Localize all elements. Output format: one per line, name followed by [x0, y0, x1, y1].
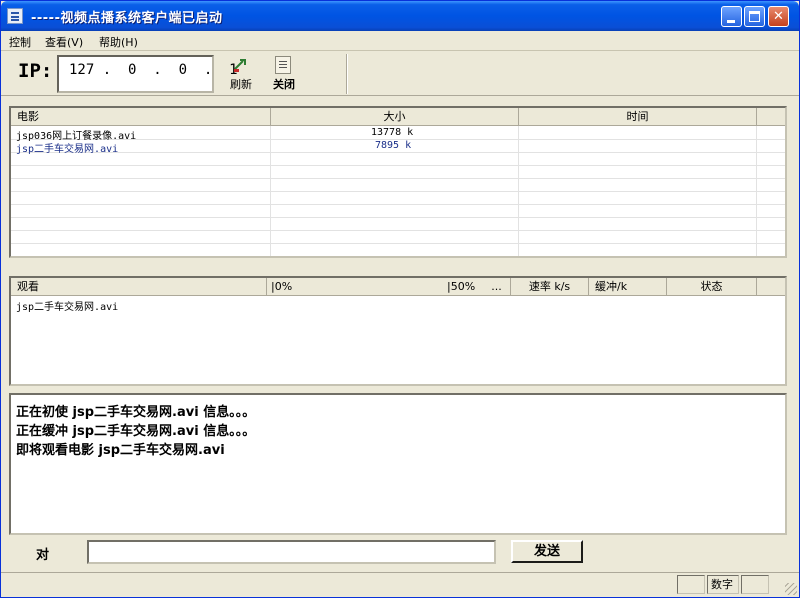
status-bar: 数字 [1, 572, 799, 597]
column-progress-mid[interactable]: |50% [443, 278, 483, 296]
grid-line [11, 178, 785, 179]
ip-address-value: 127 . 0 . 0 . 1 [69, 62, 238, 78]
close-label: 关闭 [273, 78, 295, 91]
message-log[interactable]: 正在初使 jsp二手车交易网.avi 信息。。。 正在缓冲 jsp二手车交易网.… [9, 393, 787, 535]
watching-list[interactable]: 观看 |0% |50% ... 速率 k/s 缓冲/k 状态 jsp二手车交易网… [9, 276, 787, 386]
column-progress-more[interactable]: ... [483, 278, 511, 296]
watching-name: jsp二手车交易网.avi [16, 302, 119, 313]
ip-label: IP: [18, 60, 53, 82]
column-rate[interactable]: 速率 k/s [511, 278, 589, 296]
close-icon: ✕ [773, 9, 784, 24]
menu-view[interactable]: 查看(V) [45, 34, 83, 50]
grid-line [11, 204, 785, 205]
title-bar[interactable]: -----视频点播系统客户端已启动 ✕ [1, 1, 799, 31]
grid-line [11, 243, 785, 244]
grid-line [11, 230, 785, 231]
movie-size: 13778 k [371, 127, 414, 138]
movie-list[interactable]: 电影 大小 时间 jsp036网上订餐录像.avi 13778 k jsp二手车… [9, 106, 787, 258]
refresh-label: 刷新 [230, 78, 252, 91]
toolbar-separator [346, 54, 348, 94]
minimize-button[interactable] [721, 6, 742, 27]
grid-line [756, 126, 757, 256]
grid-line [11, 191, 785, 192]
column-buffer[interactable]: 缓冲/k [589, 278, 667, 296]
grid-line [11, 152, 785, 153]
message-line: 正在缓冲 jsp二手车交易网.avi 信息。。。 [16, 424, 256, 439]
window-title: -----视频点播系统客户端已启动 [31, 11, 223, 26]
movie-list-header: 电影 大小 时间 [11, 108, 785, 126]
movie-size: 7895 k [375, 140, 412, 151]
grid-line [11, 217, 785, 218]
minimize-icon [727, 20, 735, 23]
grid-line [270, 126, 271, 256]
maximize-button[interactable] [744, 6, 765, 27]
send-button[interactable]: 发送 [511, 540, 583, 563]
grid-line [11, 165, 785, 166]
refresh-icon [234, 59, 246, 72]
movie-name: jsp二手车交易网.avi [16, 144, 119, 155]
menu-help[interactable]: 帮助(H) [99, 34, 138, 50]
main-window: -----视频点播系统客户端已启动 ✕ 控制 查看(V) 帮助(H) IP: 1… [0, 0, 800, 598]
resize-grip-icon[interactable] [785, 583, 797, 595]
toolbar: IP: 127 . 0 . 0 . 1 刷新 关闭 [1, 52, 799, 96]
status-pane [741, 575, 769, 594]
recipient-label: 对 [36, 548, 50, 563]
close-window-button[interactable]: ✕ [768, 6, 789, 27]
column-movie[interactable]: 电影 [11, 108, 271, 126]
column-status[interactable]: 状态 [667, 278, 757, 296]
num-lock-indicator: 数字 [707, 575, 739, 594]
maximize-icon [749, 11, 760, 22]
refresh-button[interactable]: 刷新 [221, 54, 261, 92]
grid-line [518, 126, 519, 256]
ip-address-field[interactable]: 127 . 0 . 0 . 1 [57, 55, 238, 93]
document-close-icon [275, 56, 291, 74]
app-icon[interactable] [7, 8, 23, 24]
menu-bar: 控制 查看(V) 帮助(H) [1, 31, 799, 51]
close-button[interactable]: 关闭 [264, 54, 304, 92]
watching-list-header: 观看 |0% |50% ... 速率 k/s 缓冲/k 状态 [11, 278, 785, 296]
status-pane [677, 575, 705, 594]
menu-control[interactable]: 控制 [9, 34, 31, 50]
column-watch[interactable]: 观看 [11, 278, 267, 296]
message-line: 即将观看电影 jsp二手车交易网.avi [16, 443, 225, 458]
column-progress-start[interactable]: |0% [267, 278, 443, 296]
chat-input[interactable] [87, 540, 496, 564]
message-line: 正在初使 jsp二手车交易网.avi 信息。。。 [16, 405, 256, 420]
column-size[interactable]: 大小 [271, 108, 519, 126]
column-time[interactable]: 时间 [519, 108, 757, 126]
